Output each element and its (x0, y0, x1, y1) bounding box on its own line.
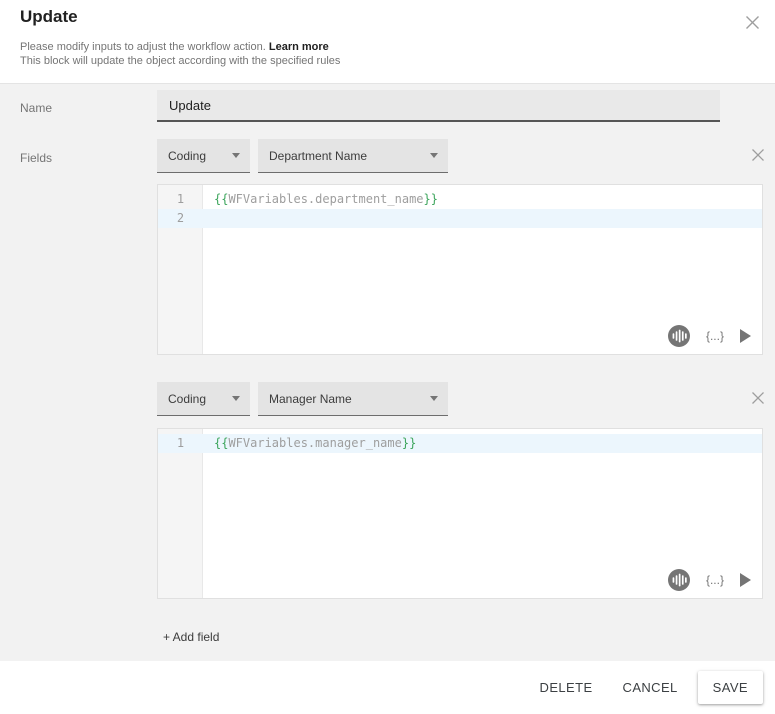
subtitle-text: Please modify inputs to adjust the workf… (20, 41, 269, 53)
code-line: 1 {{WFVariables.department_name}} (158, 190, 762, 209)
insert-variable-icon[interactable]: {...} (706, 573, 724, 587)
learn-more-link[interactable]: Learn more (269, 41, 329, 53)
save-button[interactable]: SAVE (698, 671, 763, 704)
waveform-icon[interactable] (668, 569, 690, 591)
code-editor-2[interactable]: 1 {{WFVariables.manager_name}} (157, 428, 763, 599)
close-icon (745, 15, 760, 30)
field-name-value-2: Manager Name (269, 392, 352, 406)
dialog-close-button[interactable] (742, 12, 762, 32)
code-text: {{WFVariables.manager_name}} (203, 434, 762, 453)
field-name-select-2[interactable]: Manager Name (258, 382, 448, 416)
chevron-down-icon (430, 153, 438, 158)
field-type-select-2[interactable]: Coding (157, 382, 250, 416)
run-icon[interactable] (740, 573, 751, 587)
field-type-value-1: Coding (168, 149, 206, 163)
remove-field-button-2[interactable] (747, 387, 769, 409)
delete-button[interactable]: DELETE (530, 671, 603, 704)
close-icon (751, 148, 765, 162)
code-editor-1[interactable]: 1 {{WFVariables.department_name}} 2 (157, 184, 763, 355)
line-number-gutter (158, 429, 203, 598)
name-label: Name (20, 101, 52, 115)
insert-variable-icon[interactable]: {...} (706, 329, 724, 343)
run-icon[interactable] (740, 329, 751, 343)
dialog-body: Name Fields Coding Department Name 1 {{W… (0, 84, 775, 661)
add-field-button[interactable]: + Add field (157, 624, 225, 650)
waveform-icon[interactable] (668, 325, 690, 347)
remove-field-button-1[interactable] (747, 144, 769, 166)
code-line-active: 1 {{WFVariables.manager_name}} (158, 434, 762, 453)
field-type-value-2: Coding (168, 392, 206, 406)
chevron-down-icon (430, 396, 438, 401)
editor-actions: {...} (668, 325, 751, 347)
field-name-value-1: Department Name (269, 149, 367, 163)
line-number: 2 (158, 209, 203, 228)
code-text: {{WFVariables.department_name}} (203, 190, 762, 209)
code-line-active: 2 (158, 209, 762, 228)
update-action-dialog: Update Please modify inputs to adjust th… (0, 0, 775, 714)
code-text (203, 209, 762, 228)
cancel-button[interactable]: CANCEL (613, 671, 688, 704)
chevron-down-icon (232, 396, 240, 401)
dialog-footer: DELETE CANCEL SAVE (0, 661, 775, 714)
name-input[interactable] (157, 90, 720, 122)
dialog-header: Update Please modify inputs to adjust th… (0, 0, 775, 84)
line-number: 1 (158, 434, 203, 453)
editor-actions: {...} (668, 569, 751, 591)
dialog-subtitle: Please modify inputs to adjust the workf… (20, 41, 329, 53)
fields-label: Fields (20, 151, 52, 165)
dialog-title: Update (20, 7, 78, 27)
close-icon (751, 391, 765, 405)
chevron-down-icon (232, 153, 240, 158)
dialog-description: This block will update the object accord… (20, 55, 340, 67)
field-name-select-1[interactable]: Department Name (258, 139, 448, 173)
field-type-select-1[interactable]: Coding (157, 139, 250, 173)
line-number: 1 (158, 190, 203, 209)
